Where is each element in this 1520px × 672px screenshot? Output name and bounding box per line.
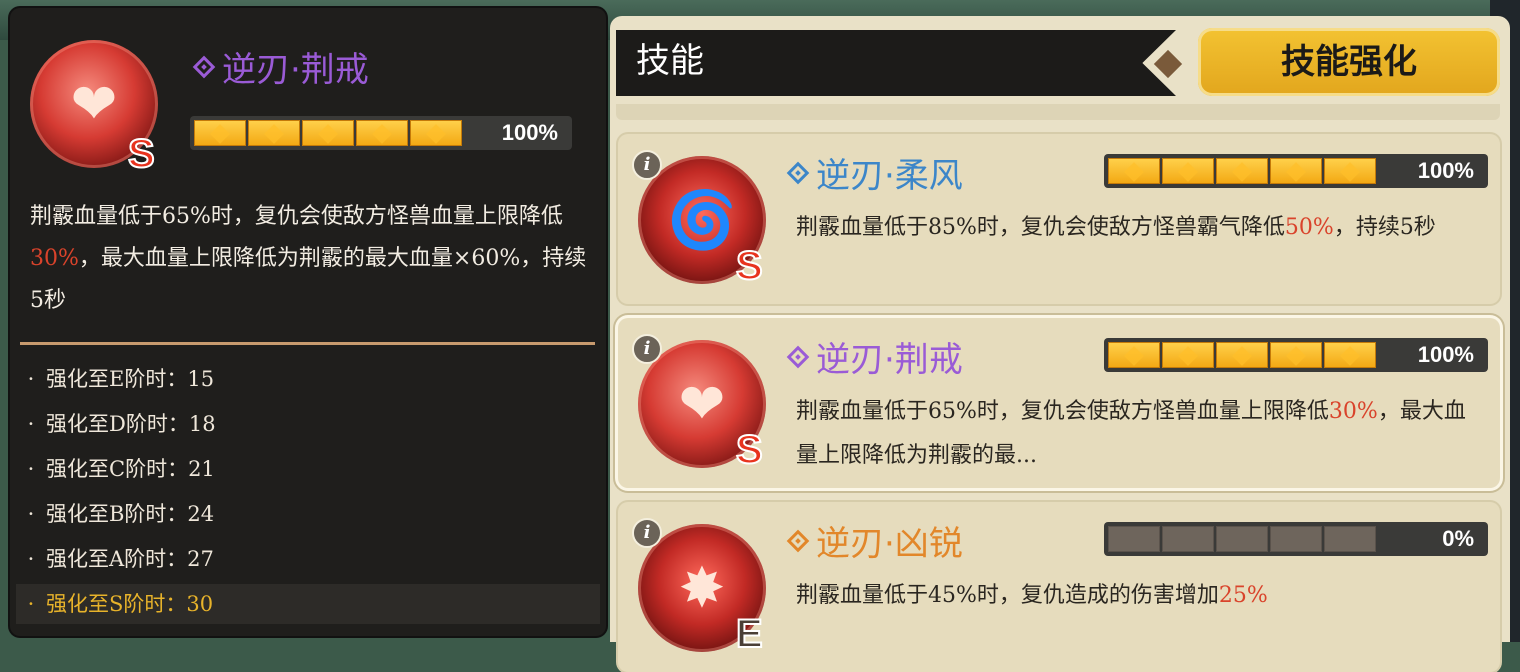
upgrade-row: · 强化至A阶时：27 bbox=[27, 547, 214, 571]
info-icon[interactable]: i bbox=[632, 518, 662, 548]
skill-list-panel: 技能 技能强化 i 🌀 S 逆刃·柔风 100% 荆霰血量低于85%时，复仇会使… bbox=[610, 16, 1510, 672]
skill-title-row: 逆刃·荆戒 bbox=[786, 332, 963, 381]
rank-badge: S bbox=[735, 427, 764, 473]
skill-title-row: 逆刃·柔风 bbox=[786, 148, 963, 197]
upgrade-row-current: · 强化至S阶时：30 bbox=[16, 584, 600, 624]
skill-name: 逆刃·荆戒 bbox=[222, 50, 369, 90]
divider bbox=[20, 342, 595, 345]
skill-name: 逆刃·荆戒 bbox=[816, 340, 963, 380]
rank-badge: E bbox=[735, 611, 764, 657]
skill-card[interactable]: i 🌀 S 逆刃·柔风 100% 荆霰血量低于85%时，复仇会使敌方怪兽霸气降低… bbox=[618, 134, 1500, 304]
skill-card-selected[interactable]: i ❤ S 逆刃·荆戒 100% 荆霰血量低于65%时，复仇会使敌方怪兽血量上限… bbox=[618, 318, 1500, 488]
rank-badge: S bbox=[127, 131, 156, 177]
progress-percent: 100% bbox=[1417, 158, 1474, 183]
diamond-icon bbox=[786, 345, 810, 368]
rank-badge: S bbox=[735, 243, 764, 289]
skill-card[interactable]: i ✸ E 逆刃·凶锐 0% 荆霰血量低于45%时，复仇造成的伤害增加25% bbox=[618, 502, 1500, 672]
progress-bar: 100% bbox=[1104, 154, 1488, 188]
tab-skill[interactable]: 技能 bbox=[616, 30, 1176, 96]
tab-skill-upgrade[interactable]: 技能强化 bbox=[1198, 28, 1500, 96]
progress-bar: 100% bbox=[1104, 338, 1488, 372]
progress-percent: 100% bbox=[1417, 342, 1474, 367]
list-edge bbox=[616, 104, 1500, 120]
upgrade-row: · 强化至D阶时：18 bbox=[27, 412, 216, 436]
upgrade-row: · 强化至C阶时：21 bbox=[27, 457, 215, 481]
skill-title-row: 逆刃·凶锐 bbox=[786, 516, 963, 565]
progress-bar: 0% bbox=[1104, 522, 1488, 556]
progress-bar: 100% bbox=[190, 116, 572, 150]
skill-description: 荆霰血量低于65%时，复仇会使敌方怪兽血量上限降低30%，最大血量上限降低为荆霰… bbox=[796, 399, 1466, 468]
skill-name: 逆刃·柔风 bbox=[816, 156, 963, 196]
skill-description: 荆霰血量低于45%时，复仇造成的伤害增加25% bbox=[796, 583, 1268, 608]
diamond-icon bbox=[786, 529, 810, 552]
upgrade-row: · 强化至B阶时：24 bbox=[27, 502, 215, 526]
info-icon[interactable]: i bbox=[632, 334, 662, 364]
skill-name: 逆刃·凶锐 bbox=[816, 524, 963, 564]
skill-description: 荆霰血量低于65%时，复仇会使敌方怪兽血量上限降低30%，最大血量上限降低为荆霰… bbox=[30, 204, 587, 313]
progress-percent: 100% bbox=[501, 120, 558, 145]
info-icon[interactable]: i bbox=[632, 150, 662, 180]
skill-detail-panel: ❤ S 逆刃·荆戒 100% 荆霰血量低于65%时，复仇会使敌方怪兽血量上限降低… bbox=[10, 8, 606, 636]
progress-percent: 0% bbox=[1442, 526, 1474, 551]
diamond-icon bbox=[192, 55, 216, 78]
skill-description: 荆霰血量低于85%时，复仇会使敌方怪兽霸气降低50%，持续5秒 bbox=[796, 215, 1436, 240]
diamond-icon bbox=[786, 161, 810, 184]
upgrade-row: · 强化至E阶时：15 bbox=[27, 367, 215, 391]
tab-separator-icon bbox=[1153, 49, 1183, 79]
detail-title-row: 逆刃·荆戒 bbox=[192, 42, 369, 91]
